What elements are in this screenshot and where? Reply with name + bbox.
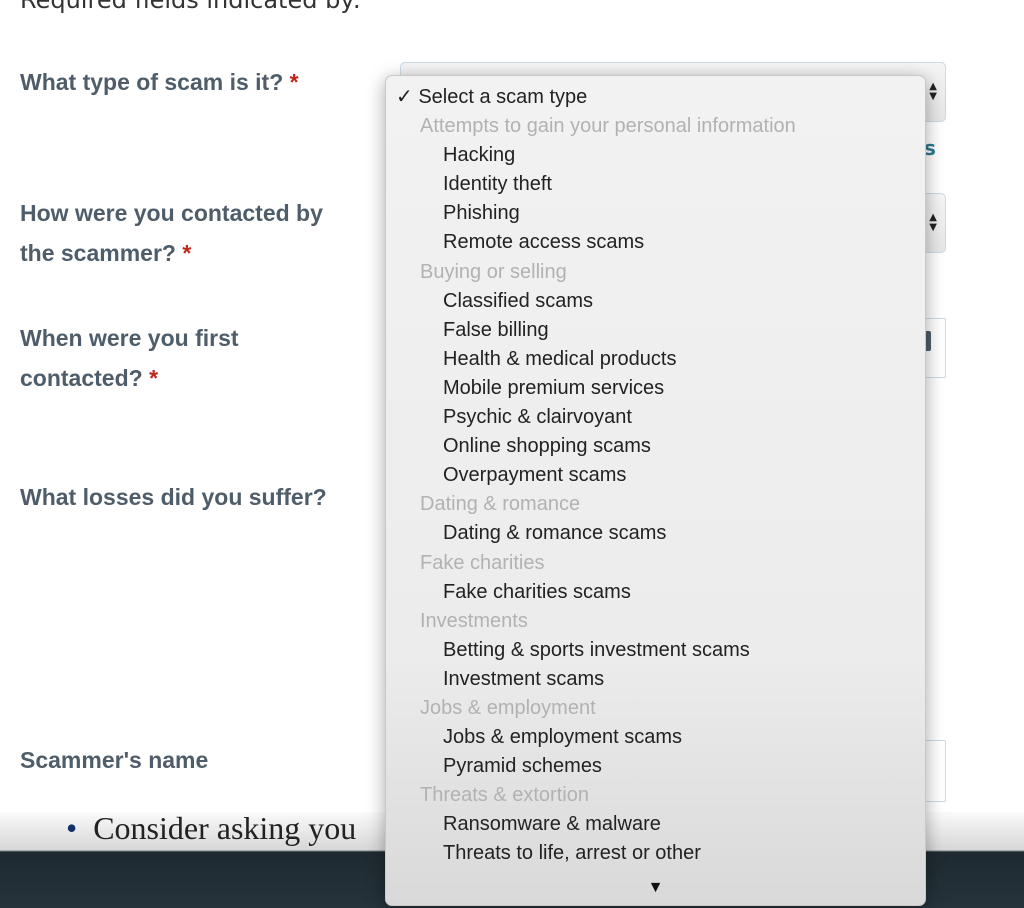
scam-type-dropdown[interactable]: ✓ Select a scam type Attempts to gain you… xyxy=(385,75,926,906)
select-arrows-icon: ▲ ▼ xyxy=(929,212,937,233)
option-item[interactable]: False billing xyxy=(386,316,925,345)
option-selected[interactable]: ✓ Select a scam type xyxy=(386,83,925,112)
background-bullet: • Consider asking you xyxy=(66,810,357,846)
required-fields-note: Required fields indicated by: xyxy=(20,0,361,14)
option-item[interactable]: Mobile premium services xyxy=(386,374,925,403)
option-item[interactable]: Investment scams xyxy=(386,665,925,694)
option-group-label: Attempts to gain your personal informati… xyxy=(420,115,796,138)
option-item[interactable]: Online shopping scams xyxy=(386,432,925,461)
option-item[interactable]: Remote access scams xyxy=(386,228,925,257)
option-item[interactable]: Jobs & employment scams xyxy=(386,723,925,752)
option-item[interactable]: Hacking xyxy=(386,141,925,170)
option-item[interactable]: Betting & sports investment scams xyxy=(386,636,925,665)
option-item[interactable]: Health & medical products xyxy=(386,345,925,374)
option-group-label: Dating & romance xyxy=(420,493,581,516)
first-contact-label: When were you first contacted? * xyxy=(20,325,239,391)
option-item[interactable]: Pyramid schemes xyxy=(386,752,925,781)
option-item[interactable]: Identity theft xyxy=(386,170,925,199)
option-group-label: Fake charities xyxy=(420,551,545,574)
option-item[interactable]: Psychic & clairvoyant xyxy=(386,403,925,432)
option-group-label: Threats & extortion xyxy=(420,784,589,807)
contact-method-label: How were you contacted by the scammer? * xyxy=(20,200,323,266)
option-item[interactable]: Dating & romance scams xyxy=(386,519,925,548)
option-item[interactable]: Fake charities scams xyxy=(386,578,925,607)
select-arrows-icon: ▲ ▼ xyxy=(929,81,937,102)
option-item[interactable]: Overpayment scams xyxy=(386,461,925,490)
option-item[interactable]: Classified scams xyxy=(386,287,925,316)
option-item[interactable]: Phishing xyxy=(386,199,925,228)
checkmark-icon: ✓ xyxy=(396,86,413,108)
option-item[interactable]: Ransomware & malware xyxy=(386,810,925,839)
option-item[interactable]: Threats to life, arrest or other xyxy=(386,839,925,868)
scroll-down-arrow-icon[interactable]: ▼ xyxy=(386,879,925,897)
scam-type-label: What type of scam is it? * xyxy=(20,69,299,95)
losses-label: What losses did you suffer? xyxy=(20,484,327,510)
scammer-name-label: Scammer's name xyxy=(20,747,209,773)
option-group-label: Investments xyxy=(420,609,528,632)
option-group-label: Jobs & employment xyxy=(420,696,596,719)
option-group-label: Buying or selling xyxy=(420,260,567,283)
